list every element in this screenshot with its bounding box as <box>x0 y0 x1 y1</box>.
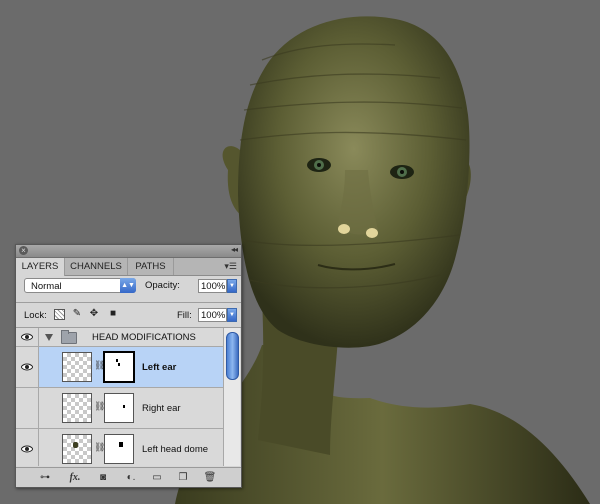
fill-dropdown-icon[interactable]: ▼ <box>227 308 237 322</box>
panel-tabs: LAYERS CHANNELS PATHS ▾☰ <box>16 258 241 276</box>
layer-name: Right ear <box>142 403 181 414</box>
new-layer-icon[interactable]: ❐ <box>174 471 192 484</box>
layer-name: Left ear <box>142 362 177 373</box>
lock-transparent-icon[interactable] <box>54 309 65 320</box>
eye-icon[interactable] <box>21 333 33 341</box>
link-layers-icon[interactable]: ⊶ <box>36 471 54 484</box>
trash-icon[interactable]: 🗑 <box>201 471 219 484</box>
layer-left-head-dome[interactable]: ⛓ Left head dome <box>16 429 223 466</box>
visibility-cell[interactable] <box>16 429 39 466</box>
panel-menu-icon[interactable]: ▾☰ <box>224 261 237 272</box>
fill-label: Fill: <box>177 310 192 321</box>
folder-icon <box>61 330 77 344</box>
layers-scrollbar[interactable] <box>223 328 240 466</box>
layer-group-head-modifications[interactable]: HEAD MODIFICATIONS <box>16 328 223 347</box>
lock-move-icon[interactable]: ✥ <box>88 308 100 320</box>
fill-input[interactable]: 100% <box>198 308 227 322</box>
layer-name: HEAD MODIFICATIONS <box>92 332 196 343</box>
tab-paths[interactable]: PATHS <box>128 258 174 275</box>
opacity-input[interactable]: 100% <box>198 279 227 293</box>
tab-channels[interactable]: CHANNELS <box>65 258 128 275</box>
layer-right-ear[interactable]: ⛓ Right ear <box>16 388 223 429</box>
panel-titlebar[interactable]: × ◂◂ <box>16 245 241 258</box>
visibility-cell[interactable] <box>16 347 39 387</box>
thumbnail-content <box>73 442 78 448</box>
layer-mask-thumbnail[interactable] <box>103 351 135 383</box>
expand-triangle-icon[interactable] <box>45 334 53 341</box>
mask-mark <box>119 442 123 447</box>
divider <box>16 302 241 303</box>
close-icon[interactable]: × <box>19 246 28 255</box>
opacity-label: Opacity: <box>145 280 180 291</box>
layers-panel: × ◂◂ LAYERS CHANNELS PATHS ▾☰ Normal ▲▼ … <box>15 244 242 488</box>
collapse-panel-icon[interactable]: ◂◂ <box>231 245 238 254</box>
new-group-icon[interactable]: ▭ <box>148 471 166 484</box>
layers-list: HEAD MODIFICATIONS ⛓ Left ear ⛓ Right ea… <box>16 328 223 466</box>
visibility-cell[interactable] <box>16 388 39 428</box>
scrollbar-thumb[interactable] <box>226 332 239 380</box>
lock-label: Lock: <box>24 310 47 321</box>
visibility-cell[interactable] <box>16 328 39 346</box>
panel-bottom-toolbar: ⊶ fx. ◙ ◐. ▭ ❐ 🗑 <box>16 467 241 487</box>
adjustment-layer-icon[interactable]: ◐. <box>122 471 140 484</box>
eye-icon[interactable] <box>21 363 33 371</box>
tab-layers[interactable]: LAYERS <box>16 258 65 276</box>
layer-mask-thumbnail[interactable] <box>104 434 134 464</box>
eye-icon[interactable] <box>21 445 33 453</box>
layer-name: Left head dome <box>142 444 209 455</box>
select-arrows-icon: ▲▼ <box>120 278 136 293</box>
mask-link-icon[interactable]: ⛓ <box>94 359 105 371</box>
mask-link-icon[interactable]: ⛓ <box>94 400 105 412</box>
lock-brush-icon[interactable]: ✎ <box>71 308 83 320</box>
mask-mark <box>123 405 125 408</box>
blend-mode-value: Normal <box>31 281 62 292</box>
lock-all-icon[interactable]: ■ <box>107 308 119 320</box>
mask-mark <box>116 359 118 362</box>
mask-mark <box>118 363 120 366</box>
layer-thumbnail[interactable] <box>62 393 92 423</box>
layer-mask-thumbnail[interactable] <box>104 393 134 423</box>
blend-opacity-row: Normal ▲▼ Opacity: 100% ▼ <box>16 275 241 301</box>
fx-icon[interactable]: fx. <box>66 471 84 484</box>
mask-link-icon[interactable]: ⛓ <box>94 441 105 453</box>
opacity-dropdown-icon[interactable]: ▼ <box>227 279 237 293</box>
blend-mode-select[interactable]: Normal ▲▼ <box>24 278 136 293</box>
add-mask-icon[interactable]: ◙ <box>94 471 112 484</box>
layer-left-ear[interactable]: ⛓ Left ear <box>16 347 223 388</box>
layer-thumbnail[interactable] <box>62 434 92 464</box>
layer-thumbnail[interactable] <box>62 352 92 382</box>
